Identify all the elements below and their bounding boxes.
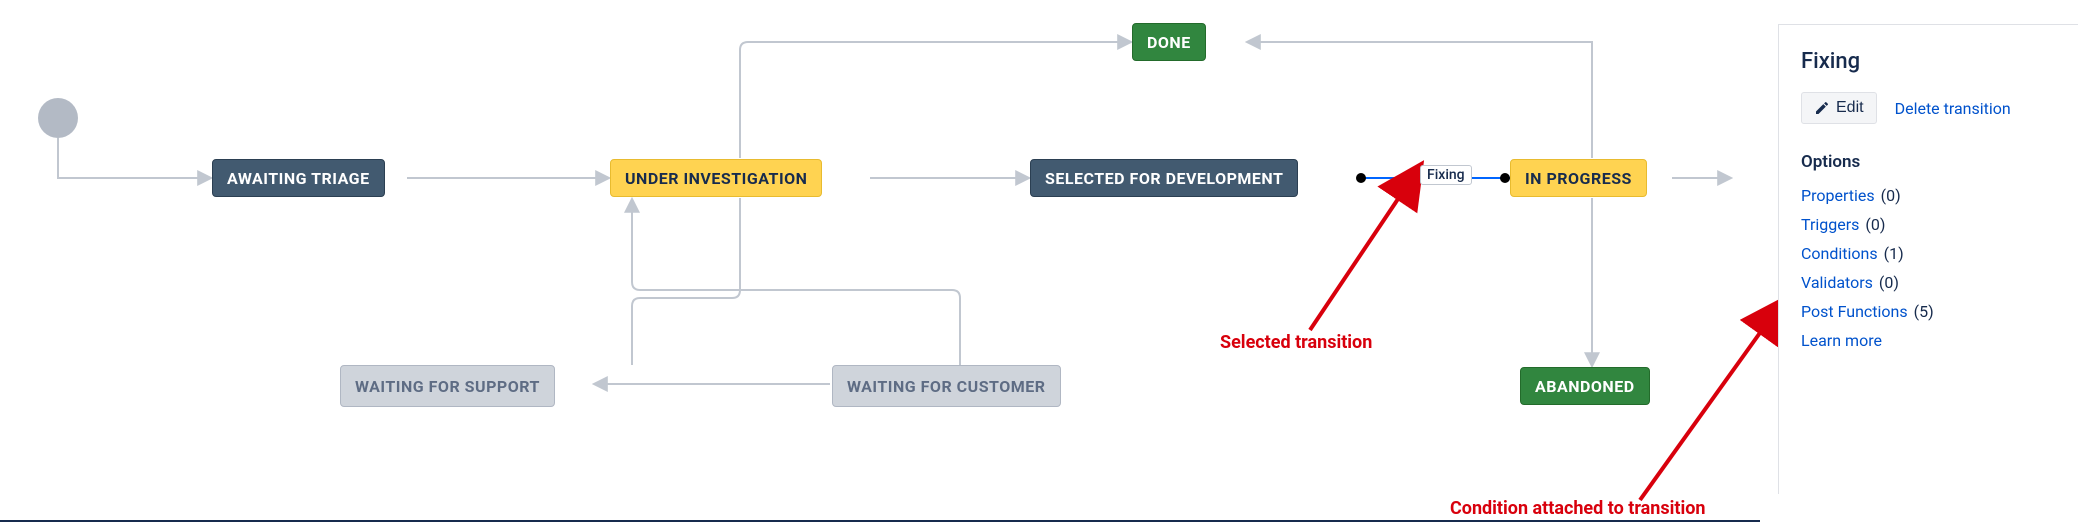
status-waiting-for-support[interactable]: WAITING FOR SUPPORT xyxy=(340,365,555,407)
option-validators-count: (0) xyxy=(1879,273,1899,292)
annotation-selected-transition: Selected transition xyxy=(1220,332,1372,353)
edit-button-label: Edit xyxy=(1836,99,1864,117)
option-triggers-count: (0) xyxy=(1865,215,1885,234)
option-post-functions-count: (5) xyxy=(1914,302,1934,321)
workflow-canvas-svg xyxy=(0,0,2078,524)
option-learn-more: Learn more xyxy=(1801,331,2056,350)
option-post-functions-link[interactable]: Post Functions xyxy=(1801,302,1908,321)
edge-inprogress-done xyxy=(1248,42,1592,158)
transition-port-from xyxy=(1356,173,1366,183)
pencil-icon xyxy=(1814,100,1830,116)
transition-port-to xyxy=(1500,173,1510,183)
option-conditions-link[interactable]: Conditions xyxy=(1801,244,1878,263)
option-conditions: Conditions (1) xyxy=(1801,244,2056,263)
status-selected-for-development[interactable]: SELECTED FOR DEVELOPMENT xyxy=(1030,159,1298,197)
edit-button[interactable]: Edit xyxy=(1801,92,1877,124)
transition-label-fixing[interactable]: Fixing xyxy=(1420,165,1472,185)
option-validators: Validators (0) xyxy=(1801,273,2056,292)
annotation-arrow-selected-transition xyxy=(1310,196,1400,330)
option-conditions-count: (1) xyxy=(1884,244,1904,263)
option-post-functions: Post Functions (5) xyxy=(1801,302,2056,321)
transition-side-panel: Fixing Edit Delete transition Options Pr… xyxy=(1778,24,2078,494)
canvas-bottom-border xyxy=(0,520,1760,522)
side-panel-actions: Edit Delete transition xyxy=(1801,92,2056,124)
edge-customer-investigation xyxy=(632,200,960,365)
status-in-progress[interactable]: IN PROGRESS xyxy=(1510,159,1647,197)
edge-investigation-done xyxy=(740,42,1130,158)
start-node[interactable] xyxy=(38,98,78,138)
status-awaiting-triage[interactable]: AWAITING TRIAGE xyxy=(212,159,385,197)
status-abandoned[interactable]: ABANDONED xyxy=(1520,367,1650,405)
annotation-arrow-condition xyxy=(1640,330,1762,500)
status-under-investigation[interactable]: UNDER INVESTIGATION xyxy=(610,159,822,197)
option-properties-link[interactable]: Properties xyxy=(1801,186,1875,205)
option-triggers: Triggers (0) xyxy=(1801,215,2056,234)
annotation-condition-attached: Condition attached to transition xyxy=(1450,498,1705,519)
option-properties-count: (0) xyxy=(1881,186,1901,205)
edge-start-awaiting-triage xyxy=(58,138,210,178)
option-triggers-link[interactable]: Triggers xyxy=(1801,215,1859,234)
learn-more-link[interactable]: Learn more xyxy=(1801,331,1882,350)
option-properties: Properties (0) xyxy=(1801,186,2056,205)
status-waiting-for-customer[interactable]: WAITING FOR CUSTOMER xyxy=(832,365,1061,407)
option-validators-link[interactable]: Validators xyxy=(1801,273,1873,292)
status-done[interactable]: DONE xyxy=(1132,23,1206,61)
delete-transition-link[interactable]: Delete transition xyxy=(1895,99,2011,118)
side-panel-title: Fixing xyxy=(1801,49,2056,74)
options-header: Options xyxy=(1801,152,2056,172)
edge-investigation-down xyxy=(632,198,740,365)
